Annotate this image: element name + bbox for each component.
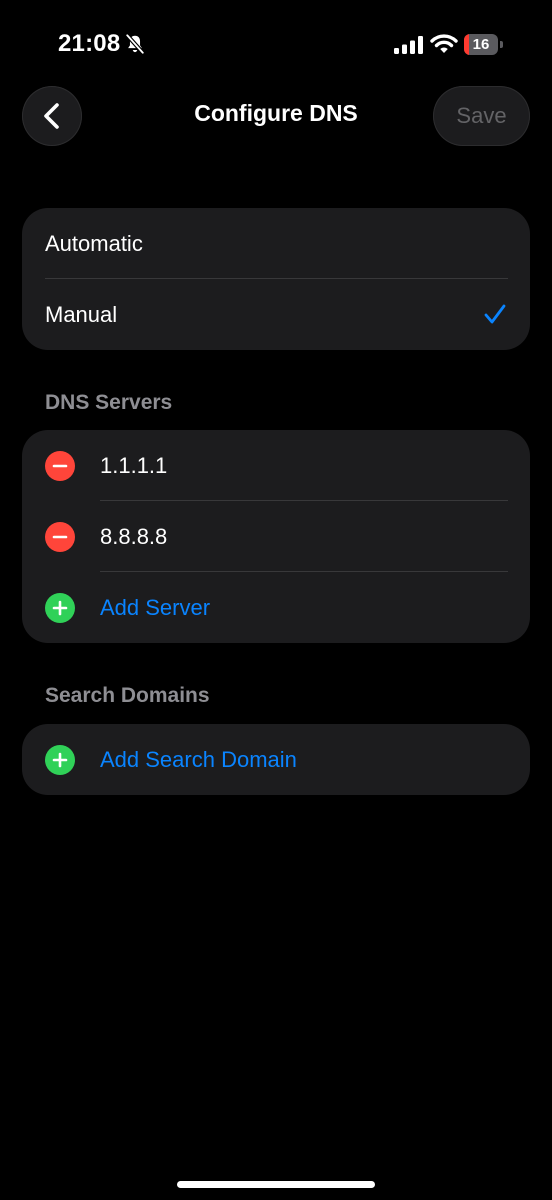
add-server-row[interactable]: Add Server [22, 572, 530, 643]
home-indicator[interactable] [177, 1181, 375, 1188]
status-bar: 21:08 16 [0, 0, 552, 90]
add-server-icon-button[interactable] [45, 593, 75, 623]
bell-slash-icon [125, 33, 145, 55]
add-server-button[interactable]: Add Server [100, 595, 210, 621]
mode-option-automatic[interactable]: Automatic [22, 208, 530, 279]
mode-option-label: Manual [45, 301, 118, 327]
plus-icon [52, 752, 68, 768]
chevron-left-icon [44, 103, 59, 129]
search-domains-header: Search Domains [45, 684, 210, 707]
mode-option-label: Automatic [45, 230, 143, 256]
wifi-icon [430, 34, 458, 53]
page-title: Configure DNS [194, 100, 358, 126]
dns-server-row: 8.8.8.8 [22, 501, 530, 572]
minus-icon [52, 464, 68, 468]
add-search-domain-row[interactable]: Add Search Domain [22, 724, 530, 795]
dns-servers-header: DNS Servers [45, 391, 173, 414]
mode-option-manual[interactable]: Manual [22, 279, 530, 350]
dns-server-address[interactable]: 8.8.8.8 [100, 524, 167, 550]
status-time: 21:08 [58, 30, 121, 57]
remove-server-button[interactable] [45, 451, 75, 481]
battery-body: 16 [464, 34, 498, 55]
dns-server-address[interactable]: 1.1.1.1 [100, 453, 167, 479]
checkmark-icon [484, 304, 506, 324]
signal-icon [394, 36, 423, 54]
add-search-domain-button[interactable]: Add Search Domain [100, 747, 297, 773]
battery-level: 16 [472, 36, 490, 53]
plus-icon [52, 600, 68, 616]
minus-icon [52, 535, 68, 539]
dns-servers-group: 1.1.1.1 8.8.8.8 Add Server [22, 430, 530, 643]
battery-cap [500, 41, 503, 48]
search-domains-group: Add Search Domain [22, 724, 530, 795]
battery-icon: 16 [464, 34, 504, 55]
back-button[interactable] [22, 86, 82, 146]
dns-mode-group: Automatic Manual [22, 208, 530, 350]
dns-server-row: 1.1.1.1 [22, 430, 530, 501]
add-search-domain-icon-button[interactable] [45, 745, 75, 775]
remove-server-button[interactable] [45, 522, 75, 552]
save-button[interactable]: Save [433, 86, 530, 146]
